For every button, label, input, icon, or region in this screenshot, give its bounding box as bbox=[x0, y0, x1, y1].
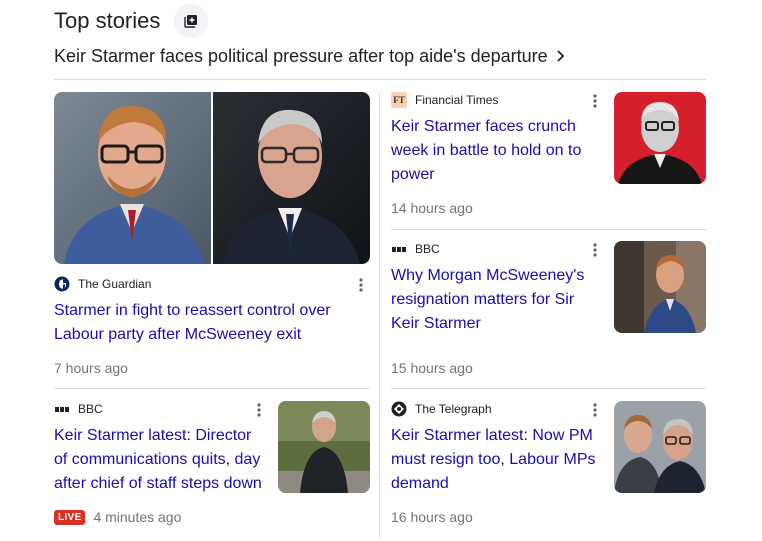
more-vert-icon bbox=[593, 94, 597, 108]
title-line: week in battle to hold on to bbox=[391, 142, 582, 159]
ft-logo-text: FT bbox=[393, 95, 405, 105]
divider bbox=[391, 229, 706, 230]
source-row: The Guardian bbox=[54, 276, 370, 292]
hero-photo bbox=[54, 92, 370, 264]
source-row: The Telegraph bbox=[391, 401, 601, 417]
title-line: of communications quits, day bbox=[54, 451, 261, 468]
more-options-button[interactable] bbox=[585, 400, 605, 420]
bbc-logo-icon bbox=[391, 241, 407, 257]
story-title-link[interactable]: Why Morgan McSweeney's resignation matte… bbox=[391, 264, 606, 336]
story-thumbnail[interactable] bbox=[278, 401, 370, 493]
more-vert-icon bbox=[359, 278, 363, 292]
title-line: Labour party after McSweeney exit bbox=[54, 326, 302, 343]
source-name: The Telegraph bbox=[415, 402, 492, 416]
more-options-button[interactable] bbox=[249, 400, 269, 420]
title-line: Why Morgan McSweeney's bbox=[391, 267, 585, 284]
guardian-logo-icon bbox=[54, 276, 70, 292]
source-name: BBC bbox=[415, 242, 440, 256]
story-title-link[interactable]: Keir Starmer latest: Now PM must resign … bbox=[391, 424, 606, 496]
title-line: demand bbox=[391, 475, 449, 492]
top-stories-header: Top stories bbox=[54, 4, 209, 38]
timestamp-row: LIVE 4 minutes ago bbox=[54, 509, 181, 525]
source-name: Financial Times bbox=[415, 93, 499, 107]
more-vert-icon bbox=[593, 243, 597, 257]
source-row: BBC bbox=[391, 241, 601, 257]
story-title-link[interactable]: Starmer in fight to reassert control ove… bbox=[54, 299, 370, 347]
timestamp: 16 hours ago bbox=[391, 509, 473, 525]
timestamp: 7 hours ago bbox=[54, 360, 128, 376]
divider bbox=[391, 388, 706, 389]
headline-text: Keir Starmer faces political pressure af… bbox=[54, 45, 548, 66]
timestamp: 14 hours ago bbox=[391, 200, 473, 216]
divider bbox=[54, 79, 706, 80]
divider bbox=[54, 388, 370, 389]
title-line: Keir Starmer bbox=[391, 315, 481, 332]
bbc-logo-icon bbox=[54, 401, 70, 417]
timestamp: 4 minutes ago bbox=[93, 509, 182, 525]
title-line: Starmer in fight to reassert control ove… bbox=[54, 302, 331, 319]
title-line: Keir Starmer latest: Now PM bbox=[391, 427, 593, 444]
story-card-ft[interactable]: FT Financial Times bbox=[391, 92, 601, 108]
story-thumbnail[interactable] bbox=[614, 92, 706, 184]
more-options-button[interactable] bbox=[351, 275, 371, 295]
more-options-button[interactable] bbox=[585, 240, 605, 260]
story-thumbnail[interactable] bbox=[614, 241, 706, 333]
thumbnail-photo bbox=[614, 241, 706, 333]
story-title-link[interactable]: Keir Starmer latest: Director of communi… bbox=[54, 424, 270, 496]
title-line: power bbox=[391, 166, 435, 183]
telegraph-logo-icon bbox=[391, 401, 407, 417]
story-card-bbc[interactable]: BBC bbox=[391, 241, 601, 257]
section-title: Top stories bbox=[54, 8, 161, 33]
title-line: resignation matters for Sir bbox=[391, 291, 575, 308]
title-line: must resign too, Labour MPs bbox=[391, 451, 596, 468]
source-name: The Guardian bbox=[78, 277, 152, 291]
story-thumbnail[interactable] bbox=[614, 401, 706, 493]
chevron-right-icon bbox=[556, 49, 566, 63]
title-line: Keir Starmer latest: Director bbox=[54, 427, 252, 444]
story-card-guardian[interactable]: The Guardian bbox=[54, 276, 370, 292]
source-row: FT Financial Times bbox=[391, 92, 601, 108]
live-badge: LIVE bbox=[54, 509, 86, 525]
timestamp: 15 hours ago bbox=[391, 360, 473, 376]
column-divider bbox=[379, 92, 380, 537]
story-title-link[interactable]: Keir Starmer faces crunch week in battle… bbox=[391, 115, 606, 187]
thumbnail-photo bbox=[614, 401, 706, 493]
source-row: BBC bbox=[54, 401, 254, 417]
source-name: BBC bbox=[78, 402, 103, 416]
story-card-telegraph[interactable]: The Telegraph bbox=[391, 401, 601, 417]
title-line: Keir Starmer faces crunch bbox=[391, 118, 576, 135]
story-cluster-headline[interactable]: Keir Starmer faces political pressure af… bbox=[54, 44, 706, 68]
more-options-button[interactable] bbox=[585, 91, 605, 111]
thumbnail-photo bbox=[614, 92, 706, 184]
save-collection-button[interactable] bbox=[174, 4, 209, 38]
thumbnail-photo bbox=[278, 401, 370, 493]
story-card-bbc-live[interactable]: BBC bbox=[54, 401, 254, 417]
collection-add-icon bbox=[184, 15, 198, 28]
title-line: after chief of staff steps down bbox=[54, 475, 262, 492]
more-vert-icon bbox=[593, 403, 597, 417]
more-vert-icon bbox=[257, 403, 261, 417]
ft-logo-icon: FT bbox=[391, 92, 407, 108]
hero-image[interactable] bbox=[54, 92, 370, 264]
